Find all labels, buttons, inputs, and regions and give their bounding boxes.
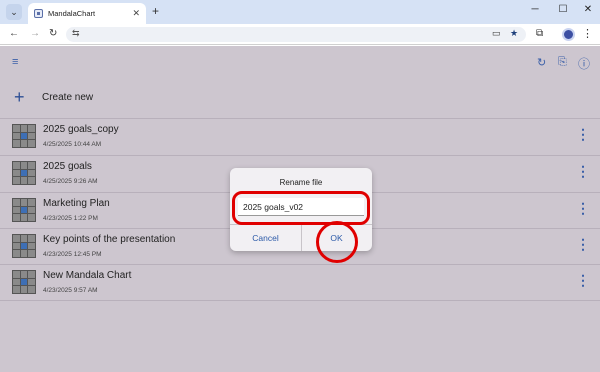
file-title: Key points of the presentation (43, 234, 176, 245)
file-date: 4/25/2025 9:26 AM (43, 178, 98, 185)
import-file-icon[interactable]: ⎘ (558, 56, 567, 69)
tab-search-icon[interactable]: ⌄ (6, 4, 22, 20)
forward-icon[interactable]: → (30, 28, 40, 39)
cast-icon[interactable]: ▭ (492, 28, 501, 39)
mandala-thumbnail-icon (12, 198, 36, 222)
plus-icon[interactable]: + (14, 88, 25, 106)
divider (0, 300, 600, 301)
create-new-button[interactable]: Create new (42, 92, 93, 103)
file-row[interactable]: 2025 goals_copy 4/25/2025 10:44 AM ⋮ (0, 119, 600, 155)
more-options-icon[interactable]: ⋮ (576, 237, 590, 251)
info-icon[interactable]: ⓘ (578, 55, 590, 72)
browser-toolbar: ← → ↻ ⇆ ▭ ★ ⧉ ⋮ (0, 24, 600, 45)
tab-close-icon[interactable]: ✕ (132, 8, 140, 19)
file-date: 4/23/2025 12:45 PM (43, 251, 102, 258)
more-options-icon[interactable]: ⋮ (576, 127, 590, 141)
window-close-icon[interactable]: ✕ (580, 4, 596, 15)
maximize-icon[interactable]: ☐ (555, 4, 571, 15)
back-icon[interactable]: ← (9, 28, 19, 39)
file-title: New Mandala Chart (43, 270, 132, 281)
file-title: 2025 goals_copy (43, 124, 119, 135)
address-bar[interactable]: ⇆ ▭ ★ (66, 27, 526, 42)
cancel-button[interactable]: Cancel (230, 228, 301, 248)
file-row[interactable]: New Mandala Chart 4/23/2025 9:57 AM ⋮ (0, 265, 600, 301)
mandala-thumbnail-icon (12, 234, 36, 258)
file-date: 4/23/2025 9:57 AM (43, 287, 98, 294)
site-info-icon[interactable]: ⇆ (72, 28, 80, 39)
file-title: Marketing Plan (43, 198, 110, 209)
dialog-title: Rename file (279, 178, 323, 187)
refresh-icon[interactable]: ↻ (537, 56, 546, 69)
mandala-thumbnail-icon (12, 124, 36, 148)
more-options-icon[interactable]: ⋮ (576, 201, 590, 215)
more-options-icon[interactable]: ⋮ (576, 273, 590, 287)
mandala-thumbnail-icon (12, 270, 36, 294)
tab-favicon-icon (34, 9, 43, 18)
file-title: 2025 goals (43, 161, 92, 172)
mandala-thumbnail-icon (12, 161, 36, 185)
annotation-highlight-ok (316, 221, 358, 263)
file-date: 4/25/2025 10:44 AM (43, 141, 102, 148)
new-tab-button[interactable]: + (152, 4, 159, 18)
reload-icon[interactable]: ↻ (49, 28, 57, 39)
tab-title: MandalaChart (48, 9, 96, 18)
bookmark-star-icon[interactable]: ★ (510, 28, 518, 39)
annotation-highlight-input (232, 191, 370, 225)
file-date: 4/23/2025 1:22 PM (43, 215, 98, 222)
browser-menu-icon[interactable]: ⋮ (582, 27, 593, 40)
browser-tab-strip: ⌄ MandalaChart ✕ + ─ ☐ ✕ (0, 0, 600, 24)
profile-avatar[interactable] (562, 28, 575, 41)
sort-icon[interactable]: ≡ (12, 56, 18, 68)
extensions-icon[interactable]: ⧉ (536, 28, 543, 39)
minimize-icon[interactable]: ─ (527, 4, 543, 15)
browser-tab[interactable]: MandalaChart ✕ (28, 3, 146, 24)
more-options-icon[interactable]: ⋮ (576, 164, 590, 178)
